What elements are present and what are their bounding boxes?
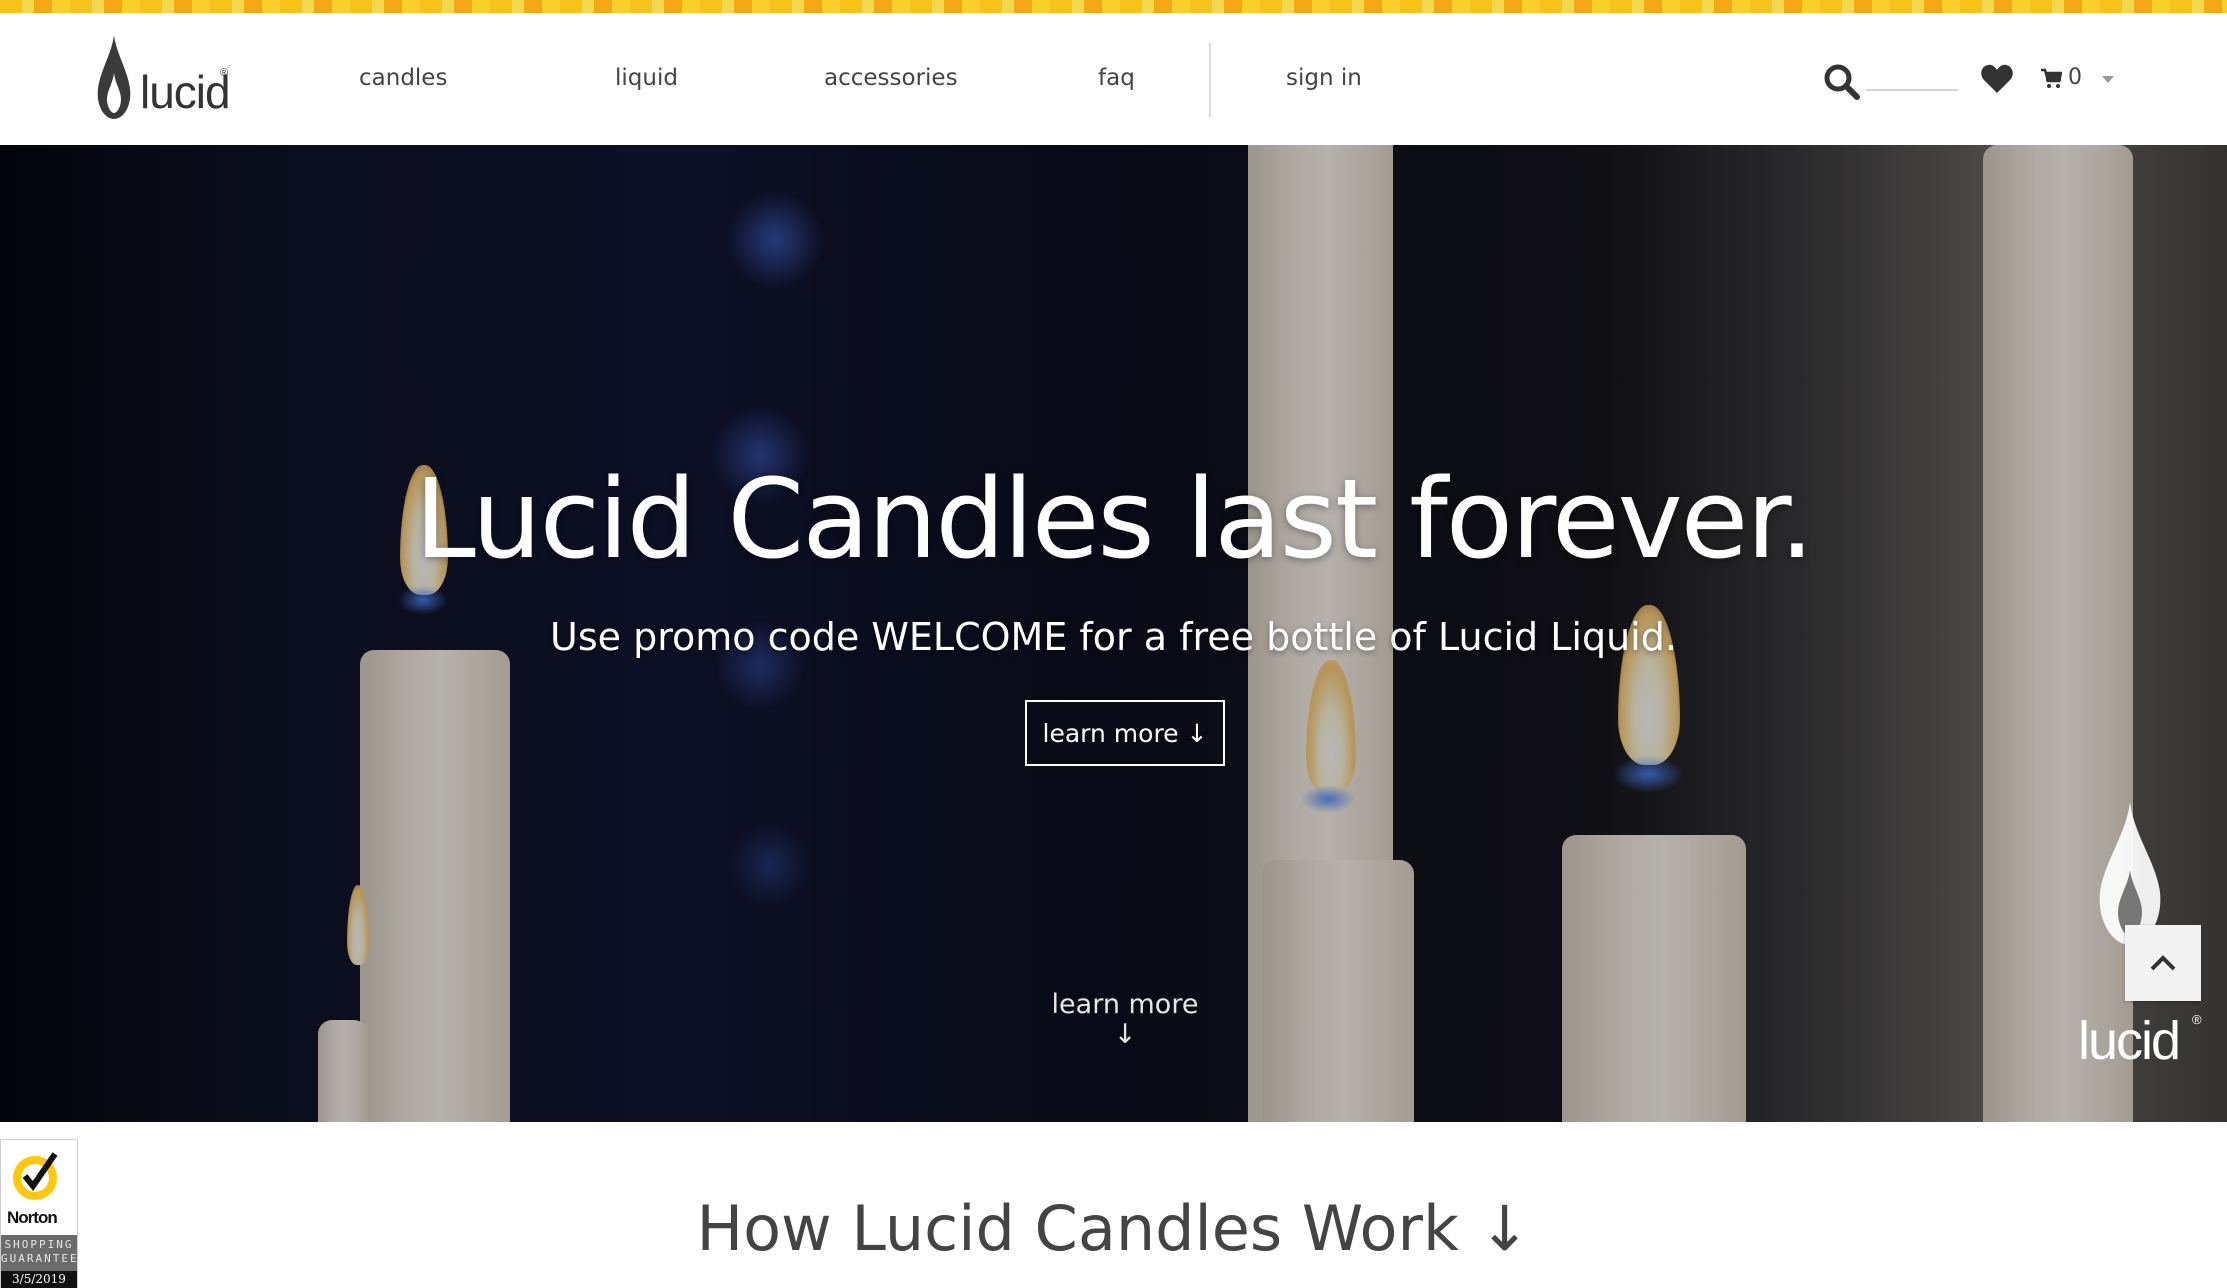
hero-banner: Lucid Candles last forever. Use promo co…: [0, 145, 2227, 1122]
arrow-down-icon: ↓: [1113, 1019, 1137, 1050]
logo-registered-mark: ®: [220, 67, 229, 79]
learn-more-link[interactable]: learn more ↓: [1050, 990, 1200, 1050]
scroll-to-top-button[interactable]: [2125, 925, 2201, 1001]
heart-icon[interactable]: [1980, 63, 2014, 95]
cart-count[interactable]: 0: [2068, 65, 2082, 90]
flame-logo-icon: [97, 35, 131, 119]
section-title: How Lucid Candles Work ↓: [696, 1192, 1531, 1265]
site-header: lucid ® candles liquid accessories faq s…: [0, 13, 2227, 145]
hero-logo-wordmark: lucid: [2078, 1011, 2181, 1071]
hero-title: Lucid Candles last forever.: [414, 455, 1815, 583]
hero-subtitle: Use promo code WELCOME for a free bottle…: [550, 615, 1677, 659]
chevron-down-icon[interactable]: [2102, 76, 2114, 83]
norton-date: 3/5/2019: [1, 1271, 77, 1288]
nav-divider: [1209, 43, 1211, 117]
learn-more-label: learn more: [1051, 989, 1199, 1020]
search-icon[interactable]: [1823, 63, 1861, 101]
learn-more-button[interactable]: learn more ↓: [1025, 700, 1225, 766]
nav-faq[interactable]: faq: [1098, 65, 1135, 91]
search-input[interactable]: [1866, 89, 1958, 91]
logo-wordmark: lucid: [140, 66, 231, 118]
site-logo[interactable]: lucid ®: [92, 23, 242, 123]
chevron-up-icon: [2150, 955, 2176, 971]
cart-icon[interactable]: [2040, 67, 2062, 89]
nav-candles[interactable]: candles: [359, 65, 447, 91]
top-accent-strip: [0, 0, 2227, 13]
nav-accessories[interactable]: accessories: [824, 65, 958, 91]
nav-liquid[interactable]: liquid: [615, 65, 678, 91]
nav-sign-in[interactable]: sign in: [1286, 65, 1362, 91]
hero-logo-registered-mark: ®: [2192, 1012, 2202, 1027]
